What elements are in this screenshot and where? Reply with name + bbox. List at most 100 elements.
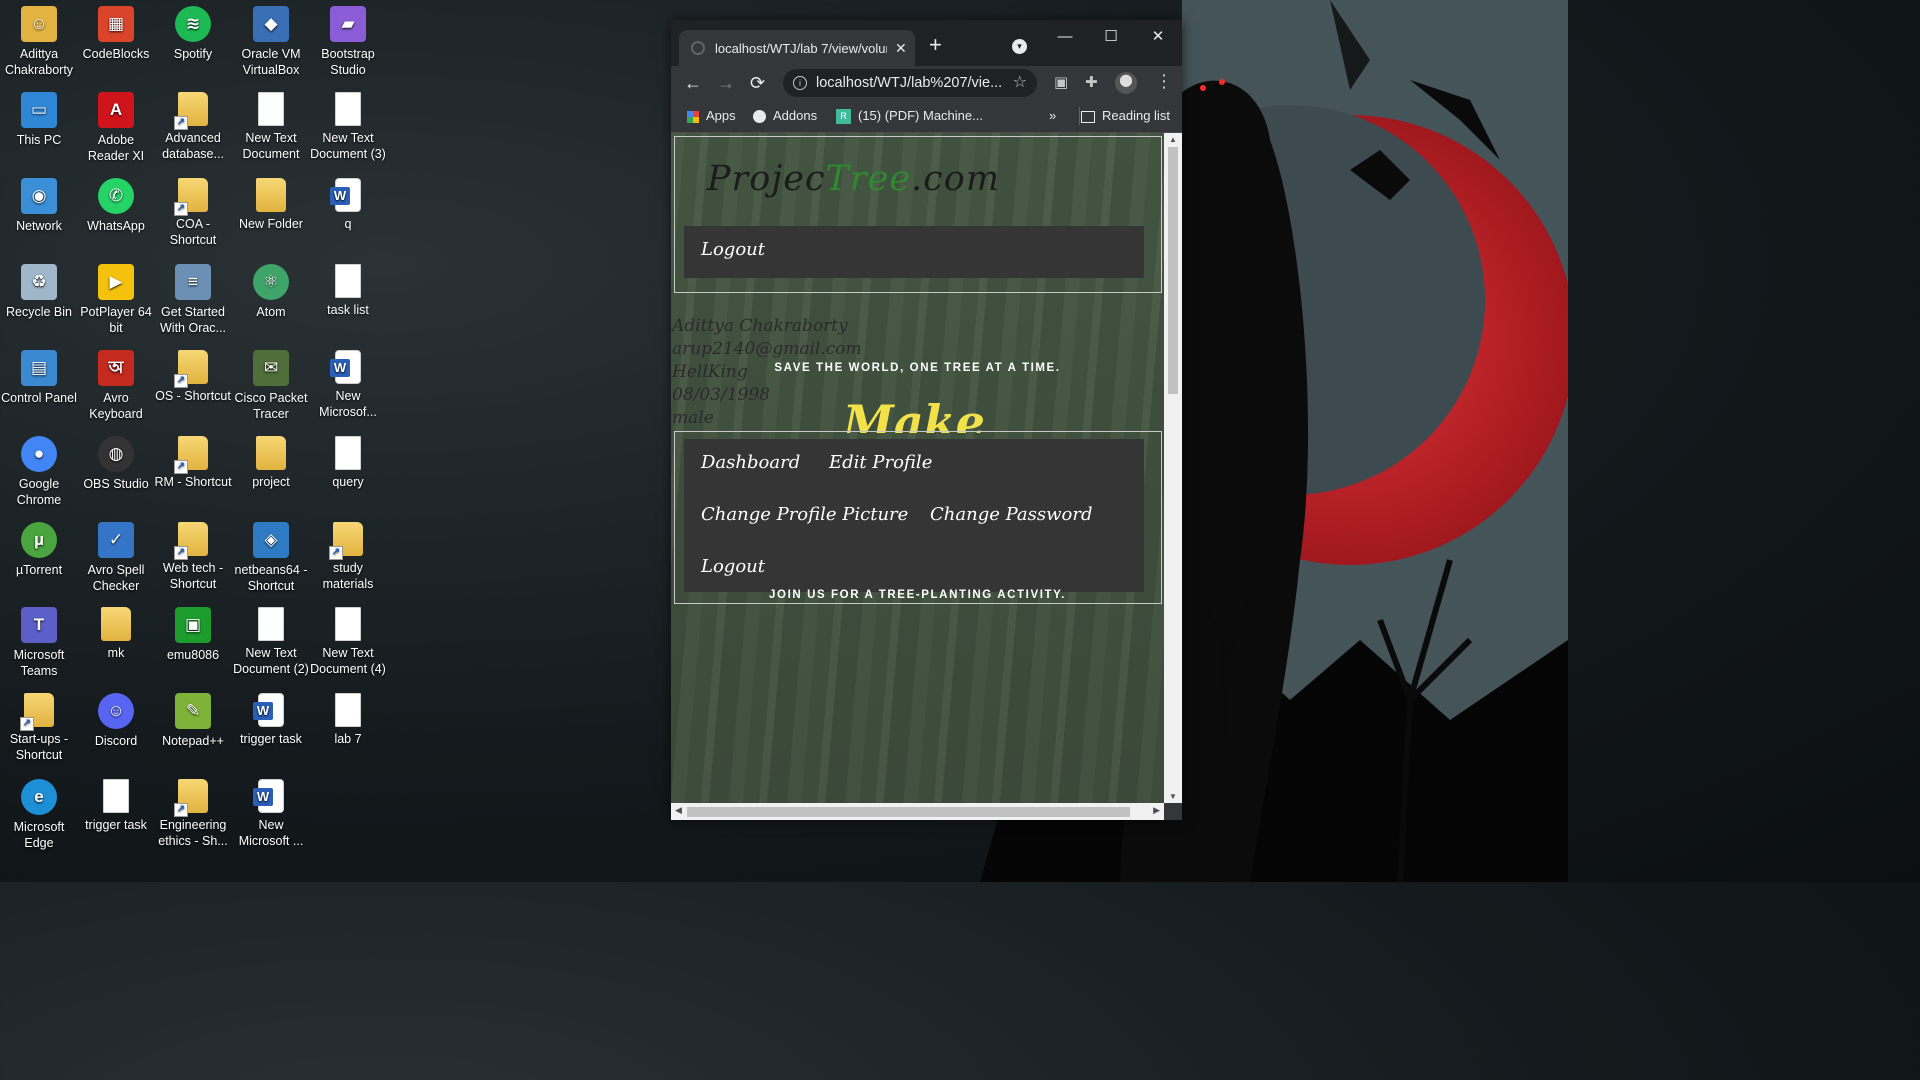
desktop-icon[interactable]: ◆ Oracle VM VirtualBox: [232, 6, 310, 78]
new-tab-button[interactable]: +: [929, 34, 942, 56]
desktop-icon[interactable]: A Adobe Reader XI: [77, 92, 155, 164]
extension-camera-icon[interactable]: ▣: [1054, 74, 1068, 92]
desktop-icon[interactable]: study materials: [309, 522, 387, 592]
desktop-icon[interactable]: ☺ Discord: [77, 693, 155, 749]
desktop-icon-label: q: [344, 217, 352, 231]
desktop-icon[interactable]: ▭ This PC: [0, 92, 78, 148]
desktop-icon[interactable]: ≡ Get Started With Orac...: [154, 264, 232, 336]
word-document-icon: [330, 350, 361, 384]
tab-search-icon[interactable]: ▾: [1012, 39, 1027, 54]
desktop-icon[interactable]: New Microsoft ...: [232, 779, 310, 849]
desktop-icon[interactable]: ◍ OBS Studio: [77, 436, 155, 492]
desktop-icon[interactable]: query: [309, 436, 387, 490]
bookmarks-overflow-icon[interactable]: »: [1049, 107, 1056, 125]
tab-close-icon[interactable]: ✕: [895, 40, 907, 57]
desktop-icon[interactable]: trigger task: [232, 693, 310, 747]
desktop-icon-label: Google Chrome: [16, 477, 62, 507]
desktop-icon[interactable]: ✉ Cisco Packet Tracer: [232, 350, 310, 422]
desktop-icon[interactable]: New Text Document (2): [232, 607, 310, 677]
folder-shortcut-icon: [174, 436, 208, 474]
folder-shortcut-icon: [329, 522, 363, 560]
bookmark-star-icon[interactable]: ☆: [1013, 69, 1027, 97]
bookmark-apps[interactable]: Apps: [687, 107, 736, 125]
desktop-icon[interactable]: task list: [309, 264, 387, 318]
desktop-icon[interactable]: ▶ PotPlayer 64 bit: [77, 264, 155, 336]
desktop-icon-label: COA - Shortcut: [169, 217, 217, 247]
scroll-right-icon[interactable]: ▶: [1153, 805, 1160, 816]
site-info-icon[interactable]: i: [793, 76, 807, 90]
desktop-icon[interactable]: New Microsof...: [309, 350, 387, 420]
horizontal-scroll-thumb[interactable]: [687, 807, 1130, 817]
desktop-icon[interactable]: New Text Document: [232, 92, 310, 162]
desktop-icon[interactable]: ✎ Notepad++: [154, 693, 232, 749]
scroll-down-icon[interactable]: ▼: [1169, 792, 1177, 801]
edit-profile-link[interactable]: Edit Profile: [829, 452, 932, 473]
desktop-icon[interactable]: q: [309, 178, 387, 232]
desktop-icon-label: Web tech - Shortcut: [162, 561, 224, 591]
menu-kebab-icon[interactable]: ⋮: [1155, 72, 1173, 90]
desktop-icon[interactable]: RM - Shortcut: [154, 436, 232, 490]
desktop-icon[interactable]: New Text Document (3): [309, 92, 387, 162]
folder-shortcut-icon: [174, 779, 208, 817]
forward-arrow-icon[interactable]: →: [717, 71, 735, 95]
desktop-icon[interactable]: ◈ netbeans64 - Shortcut: [232, 522, 310, 594]
vertical-scrollbar[interactable]: ▲ ▼: [1164, 133, 1182, 803]
vertical-scroll-thumb[interactable]: [1168, 147, 1178, 394]
extensions-puzzle-icon[interactable]: ✚: [1085, 74, 1098, 92]
desktop-icon[interactable]: ⚛ Atom: [232, 264, 310, 320]
scroll-up-icon[interactable]: ▲: [1169, 135, 1177, 144]
desktop-icon[interactable]: µ µTorrent: [0, 522, 78, 578]
desktop-icon[interactable]: Web tech - Shortcut: [154, 522, 232, 592]
back-arrow-icon[interactable]: ←: [684, 71, 702, 95]
text-document-icon: [103, 779, 129, 813]
desktop-icon[interactable]: New Text Document (4): [309, 607, 387, 677]
desktop-icon[interactable]: T Microsoft Teams: [0, 607, 78, 679]
desktop-icon[interactable]: OS - Shortcut: [154, 350, 232, 404]
desktop-icon[interactable]: e Microsoft Edge: [0, 779, 78, 851]
profile-email: arup2140@gmail.com: [672, 339, 862, 359]
desktop-icon[interactable]: Advanced database...: [154, 92, 232, 162]
desktop-icon[interactable]: অ Avro Keyboard: [77, 350, 155, 422]
site-logo[interactable]: ProjecTree.com: [707, 159, 1000, 199]
reload-icon[interactable]: ⟳: [750, 71, 765, 95]
dashboard-link[interactable]: Dashboard: [701, 452, 800, 473]
desktop-icon[interactable]: ▤ Control Panel: [0, 350, 78, 406]
desktop-icon[interactable]: COA - Shortcut: [154, 178, 232, 248]
desktop-icon[interactable]: trigger task: [77, 779, 155, 833]
change-profile-picture-link[interactable]: Change Profile Picture: [701, 504, 908, 525]
desktop-icon[interactable]: Engineering ethics - Sh...: [154, 779, 232, 849]
desktop-icon[interactable]: New Folder: [232, 178, 310, 232]
desktop-icon[interactable]: ♻ Recycle Bin: [0, 264, 78, 320]
desktop-icon[interactable]: ✆ WhatsApp: [77, 178, 155, 234]
control-panel-icon: ▤: [21, 350, 57, 386]
change-password-link[interactable]: Change Password: [930, 504, 1092, 525]
desktop-icon[interactable]: ✓ Avro Spell Checker: [77, 522, 155, 594]
browser-tab[interactable]: localhost/WTJ/lab 7/view/volunteer ✕: [679, 30, 915, 66]
desktop-icon[interactable]: ● Google Chrome: [0, 436, 78, 508]
reading-list-button[interactable]: Reading list: [1081, 107, 1170, 125]
desktop-icon[interactable]: ▣ emu8086: [154, 607, 232, 663]
desktop-icon[interactable]: mk: [77, 607, 155, 661]
desktop-icon[interactable]: project: [232, 436, 310, 490]
desktop-icon[interactable]: ≋ Spotify: [154, 6, 232, 62]
menu-logout-link[interactable]: Logout: [701, 556, 765, 577]
desktop-icon[interactable]: ☺ Adittya Chakraborty: [0, 6, 78, 78]
folder-shortcut-icon: [174, 522, 208, 560]
scroll-left-icon[interactable]: ◀: [675, 805, 682, 816]
text-document-icon: [335, 264, 361, 298]
minimize-button[interactable]: —: [1045, 26, 1085, 48]
desktop-icon[interactable]: ▰ Bootstrap Studio: [309, 6, 387, 78]
desktop-icon[interactable]: ▦ CodeBlocks: [77, 6, 155, 62]
desktop-icon[interactable]: ◉ Network: [0, 178, 78, 234]
text-document-icon: [335, 607, 361, 641]
desktop-icon[interactable]: lab 7: [309, 693, 387, 747]
profile-avatar[interactable]: [1115, 72, 1137, 94]
address-bar[interactable]: i localhost/WTJ/lab%207/vie... ☆: [783, 69, 1037, 97]
horizontal-scrollbar[interactable]: ◀ ▶: [671, 803, 1164, 820]
desktop-icon[interactable]: Start-ups - Shortcut: [0, 693, 78, 763]
close-window-button[interactable]: ✕: [1138, 26, 1178, 48]
maximize-button[interactable]: ☐: [1091, 26, 1131, 48]
bookmark-addons[interactable]: Addons: [753, 107, 817, 125]
bookmark-pdf[interactable]: R (15) (PDF) Machine...: [836, 107, 983, 125]
logout-link[interactable]: Logout: [701, 239, 765, 260]
